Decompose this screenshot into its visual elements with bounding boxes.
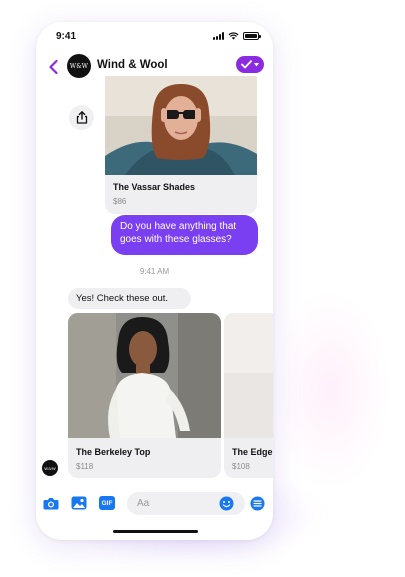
background-glow-side: [270, 290, 390, 490]
shop-name[interactable]: Wind & Wool: [97, 59, 168, 71]
header-menu-button[interactable]: [236, 56, 264, 73]
product-price: $86: [113, 197, 127, 206]
product-price: $118: [76, 462, 94, 471]
signal-icon: [213, 32, 224, 40]
check-icon: [241, 60, 252, 69]
status-time: 9:41: [56, 31, 77, 42]
product-card-berkeley-top[interactable]: The Berkeley Top $118: [68, 313, 221, 478]
wifi-icon: [228, 32, 239, 40]
incoming-message-bubble: Yes! Check these out.: [68, 288, 191, 309]
status-icons: [213, 32, 261, 40]
share-button[interactable]: [69, 105, 94, 130]
share-icon: [76, 111, 87, 124]
back-chevron-icon[interactable]: [44, 57, 64, 77]
product-image-edgerton-dress: [224, 313, 273, 438]
camera-button[interactable]: [43, 495, 59, 511]
camera-icon: [43, 497, 59, 509]
emoji-button[interactable]: [218, 495, 234, 511]
image-icon: [71, 496, 87, 510]
shop-avatar: W&W: [42, 460, 58, 476]
product-image-berkeley-top: [68, 313, 221, 438]
gallery-button[interactable]: [71, 495, 87, 511]
outgoing-message-bubble: Do you have anything that goes with thes…: [111, 215, 258, 255]
product-price: $108: [232, 462, 250, 471]
message-composer: GIF: [36, 489, 273, 517]
product-image-sunglasses: [105, 76, 257, 175]
message-timestamp: 9:41 AM: [139, 267, 170, 276]
phone-screen: 9:41 W&W Wind & Wool The Vassar Shades $…: [36, 22, 273, 540]
chevron-down-icon: [254, 62, 259, 66]
product-card-edgerton-dress[interactable]: The Edgerton Dress $108: [224, 313, 273, 478]
product-card-vassar-shades[interactable]: The Vassar Shades $86: [105, 76, 257, 214]
status-bar: 9:41: [36, 22, 273, 52]
battery-icon: [243, 32, 261, 40]
menu-icon: [250, 496, 264, 510]
product-title: The Berkeley Top: [76, 447, 151, 457]
home-indicator: [113, 530, 198, 533]
gif-button[interactable]: GIF: [99, 495, 115, 511]
gif-icon: GIF: [99, 496, 115, 510]
shop-logo[interactable]: W&W: [67, 54, 91, 78]
more-options-button[interactable]: [249, 495, 265, 511]
product-title: The Vassar Shades: [113, 182, 196, 192]
product-title: The Edgerton Dress: [232, 447, 273, 457]
emoji-icon: [219, 496, 233, 510]
